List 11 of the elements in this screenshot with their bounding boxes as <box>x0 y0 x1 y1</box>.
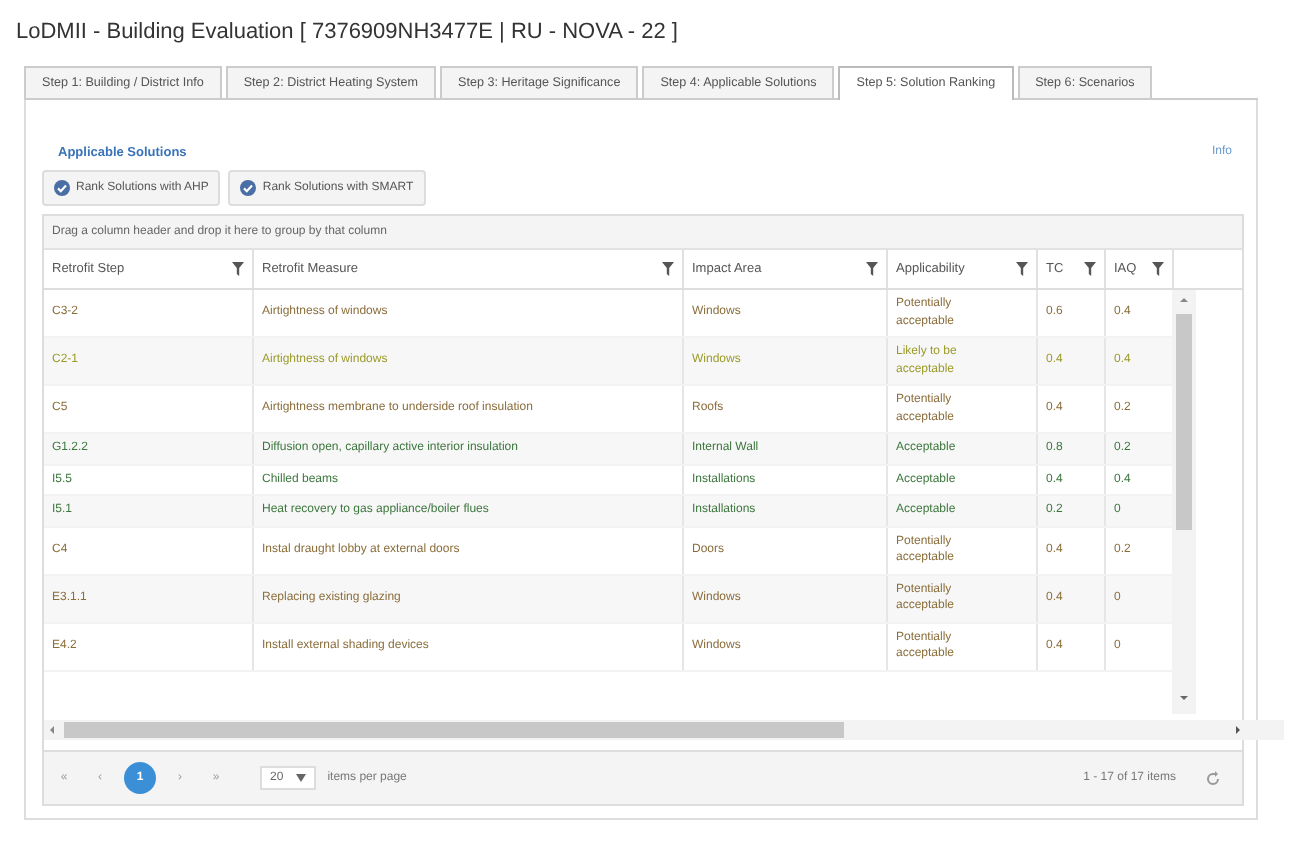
filter-icon <box>232 262 244 276</box>
filter-icon <box>1084 262 1096 276</box>
filter-icon <box>1152 262 1164 276</box>
filter-icon <box>1016 262 1028 276</box>
filter-icon <box>866 262 878 276</box>
window-title: LoDMII - Building Evaluation [ 7376909NH3477E | RU - NOVA - 22 ] <box>16 20 680 44</box>
filter-icon <box>662 262 674 276</box>
check-circle-icon <box>54 180 70 196</box>
check-circle-icon <box>240 180 257 196</box>
refresh-icon[interactable] <box>1204 769 1222 787</box>
caret-icon <box>295 774 306 782</box>
